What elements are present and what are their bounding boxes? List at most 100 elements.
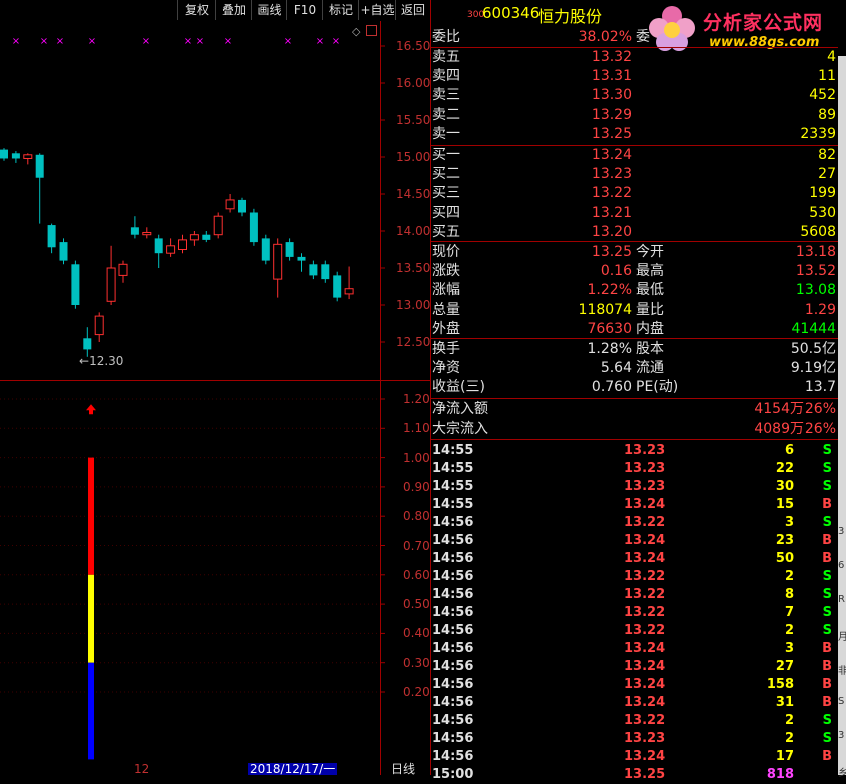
right-strip-glyph: 3 bbox=[838, 526, 845, 537]
candle-body bbox=[94, 315, 104, 336]
tick-side: S bbox=[822, 479, 832, 494]
order-level-label: 卖一 bbox=[432, 125, 460, 142]
price-axis-divider bbox=[380, 21, 381, 775]
fundamental-label: 净资 bbox=[432, 360, 460, 377]
candlestick bbox=[142, 227, 152, 239]
tick-row: 14:55 13.24 15 B bbox=[432, 496, 838, 514]
tick-price: 13.24 bbox=[624, 641, 666, 656]
order-price: 13.29 bbox=[591, 106, 632, 123]
toolbar-button-draw[interactable]: 画线 bbox=[251, 0, 287, 20]
candle-body bbox=[261, 238, 270, 261]
tick-row: 14:55 13.23 30 S bbox=[432, 478, 838, 496]
buy-order-row[interactable]: 买三 13.22 199 bbox=[432, 184, 838, 203]
sell-order-row[interactable]: 卖一 13.25 2339 bbox=[432, 125, 838, 144]
candlestick bbox=[23, 153, 33, 165]
indicator-tick-label: 0.30 bbox=[403, 655, 430, 670]
order-level-label: 买一 bbox=[432, 147, 460, 163]
candle-body bbox=[309, 264, 318, 276]
sell-order-row[interactable]: 卖二 13.29 89 bbox=[432, 106, 838, 125]
right-strip-glyph: R bbox=[838, 594, 845, 605]
order-level-label: 卖四 bbox=[432, 68, 460, 85]
toolbar-button-f10[interactable]: F10 bbox=[286, 0, 323, 20]
right-strip-glyph: 非 bbox=[838, 666, 846, 677]
fundamental-label: 换手 bbox=[432, 341, 460, 357]
tick-side: S bbox=[822, 461, 832, 476]
tick-row: 14:55 13.23 22 S bbox=[432, 460, 838, 478]
tick-volume: 31 bbox=[775, 695, 794, 710]
flow-pct: 26% bbox=[804, 401, 836, 417]
quote-value: 13.52 bbox=[795, 263, 836, 280]
tick-time: 14:56 bbox=[432, 677, 474, 692]
toolbar-button-mark[interactable]: 标记 bbox=[322, 0, 359, 20]
tick-volume: 2 bbox=[784, 569, 794, 584]
indicator-tick-label: 1.10 bbox=[403, 421, 430, 436]
tick-price: 13.24 bbox=[624, 695, 666, 710]
candlestick bbox=[130, 216, 139, 239]
candlestick bbox=[344, 266, 354, 300]
price-tick-label: 16.50 bbox=[396, 39, 431, 53]
candlestick bbox=[202, 231, 211, 243]
quote-row: 涨跌 0.16 最高 13.52 bbox=[432, 262, 838, 281]
price-tick-label: 15.50 bbox=[396, 113, 431, 127]
orderbook-mid-divider bbox=[431, 145, 838, 146]
toolbar-button-overlay[interactable]: 叠加 bbox=[215, 0, 252, 20]
order-level-label: 买四 bbox=[432, 204, 460, 221]
fundamental-label: PE(动) bbox=[636, 379, 679, 396]
indicator-tick-label: 0.40 bbox=[403, 626, 430, 641]
fundamental-value: 1.28% bbox=[587, 341, 632, 357]
tick-time: 14:56 bbox=[432, 749, 474, 764]
order-qty: 2339 bbox=[800, 125, 836, 142]
signal-marker: × bbox=[224, 36, 232, 47]
tick-price: 13.22 bbox=[624, 587, 666, 602]
fundamental-label: 股本 bbox=[636, 341, 664, 357]
sell-order-row[interactable]: 卖四 13.31 11 bbox=[432, 67, 838, 86]
candle-body bbox=[35, 154, 44, 178]
fundamental-value: 13.7 bbox=[804, 379, 836, 396]
quote-value: 1.22% bbox=[587, 282, 632, 299]
indicator-tick-label: 1.20 bbox=[403, 392, 430, 406]
buy-order-row[interactable]: 买一 13.24 82 bbox=[432, 146, 838, 165]
tick-volume: 6 bbox=[784, 443, 794, 458]
candle-body bbox=[71, 264, 80, 305]
candle-body bbox=[178, 239, 187, 251]
candlestick bbox=[333, 271, 342, 302]
tick-row: 14:56 13.24 158 B bbox=[432, 676, 838, 694]
candlestick bbox=[189, 231, 199, 246]
order-level-label: 买五 bbox=[432, 223, 460, 240]
tick-price: 13.24 bbox=[624, 497, 666, 512]
quote-label: 外盘 bbox=[432, 320, 460, 337]
fund-flow-row: 大宗流入 4089万 26% bbox=[432, 420, 838, 439]
signal-marker: × bbox=[284, 36, 292, 47]
weibi-row: 委比 38.02% 委 bbox=[432, 28, 838, 47]
candle-body bbox=[59, 242, 68, 261]
kline-chart[interactable]: × × × × × × × × × × × bbox=[0, 21, 430, 775]
quote-value: 13.25 bbox=[591, 244, 632, 260]
tick-price: 13.24 bbox=[624, 659, 666, 674]
flow-label: 净流入额 bbox=[432, 401, 488, 417]
toolbar-button-add-watchlist[interactable]: +自选 bbox=[358, 0, 396, 20]
tick-row: 14:56 13.24 17 B bbox=[432, 748, 838, 766]
buy-order-row[interactable]: 买五 13.20 5608 bbox=[432, 223, 838, 242]
quote-value: 41444 bbox=[791, 320, 836, 337]
fund-divider bbox=[431, 398, 838, 399]
buy-order-row[interactable]: 买二 13.23 27 bbox=[432, 165, 838, 184]
period-label[interactable]: 日线 bbox=[391, 763, 415, 775]
tick-time: 14:56 bbox=[432, 641, 474, 656]
toolbar-button-back[interactable]: 返回 bbox=[395, 0, 431, 20]
sell-order-row[interactable]: 卖五 13.32 4 bbox=[432, 48, 838, 67]
right-strip-glyph: S bbox=[838, 696, 845, 707]
toolbar-button-fuquan[interactable]: 复权 bbox=[177, 0, 216, 20]
signal-marker: × bbox=[196, 36, 204, 47]
candlestick bbox=[59, 238, 68, 265]
sell-order-row[interactable]: 卖三 13.30 452 bbox=[432, 86, 838, 105]
candlestick bbox=[178, 234, 187, 254]
candlestick bbox=[118, 260, 128, 283]
candlestick bbox=[154, 234, 163, 268]
indicator-tick-label: 0.70 bbox=[403, 538, 430, 553]
tick-row: 14:56 13.22 2 S bbox=[432, 622, 838, 640]
tick-row: 14:56 13.23 2 S bbox=[432, 730, 838, 748]
order-qty: 82 bbox=[818, 147, 836, 163]
tick-volume: 2 bbox=[784, 713, 794, 728]
signal-marker: × bbox=[184, 36, 192, 47]
buy-order-row[interactable]: 买四 13.21 530 bbox=[432, 204, 838, 223]
